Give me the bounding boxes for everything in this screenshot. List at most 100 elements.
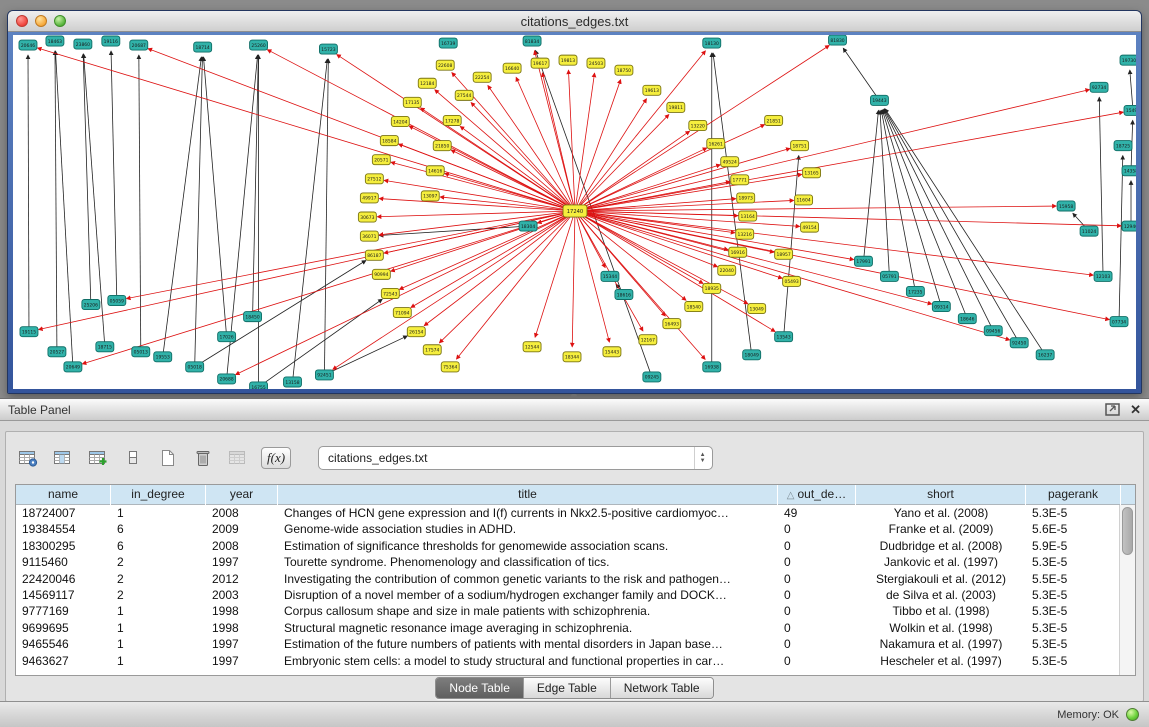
network-node[interactable]: 17574 (423, 345, 441, 355)
network-edge[interactable] (884, 109, 1019, 343)
network-node[interactable]: 13216 (736, 229, 754, 239)
network-node[interactable]: 19115 (20, 327, 38, 337)
network-node[interactable]: 13543 (775, 332, 793, 342)
network-edge[interactable] (55, 51, 57, 352)
network-node[interactable]: 21850 (433, 141, 451, 151)
network-edge[interactable] (572, 211, 575, 347)
vertical-scrollbar[interactable] (1119, 505, 1135, 675)
network-node[interactable]: 13220 (689, 120, 707, 130)
network-edge[interactable] (883, 110, 967, 319)
show-columns-icon[interactable] (51, 447, 75, 469)
network-edge[interactable] (163, 57, 202, 357)
column-header-short[interactable]: short (856, 485, 1026, 505)
network-node[interactable]: 09456 (984, 326, 1002, 336)
network-node[interactable]: 17240 (563, 205, 587, 217)
network-node[interactable]: 18463 (46, 36, 64, 46)
network-edge[interactable] (324, 59, 328, 375)
network-node[interactable]: 18049 (743, 350, 761, 360)
network-node[interactable]: 18616 (615, 289, 633, 299)
scrollbar-thumb[interactable] (1122, 507, 1133, 555)
network-node[interactable]: 18646 (958, 314, 976, 324)
network-window-titlebar[interactable]: citations_edges.txt (8, 11, 1141, 32)
table-row[interactable]: 1830029562008Estimation of significance … (16, 538, 1119, 554)
network-node[interactable]: 13158 (284, 377, 302, 387)
column-header-name[interactable]: name (16, 485, 111, 505)
network-edge[interactable] (575, 148, 790, 211)
network-node[interactable]: 19553 (154, 352, 172, 362)
network-node[interactable]: 16755 (250, 382, 268, 389)
network-edge[interactable] (324, 336, 407, 375)
network-edge[interactable] (82, 211, 575, 364)
network-node[interactable]: 18715 (96, 342, 114, 352)
network-node[interactable]: 14204 (391, 116, 409, 126)
network-node[interactable]: 19116 (102, 36, 120, 46)
import-table-icon[interactable] (226, 447, 250, 469)
function-builder-button[interactable]: f(x) (261, 447, 291, 469)
network-node[interactable]: 11024 (1080, 226, 1098, 236)
network-node[interactable]: 92451 (315, 370, 333, 380)
network-node[interactable]: 20649 (64, 362, 82, 372)
network-edge[interactable] (28, 55, 29, 332)
network-node[interactable]: 16261 (707, 139, 725, 149)
table-row[interactable]: 1872400712008Changes of HCN gene express… (16, 505, 1119, 521)
network-edge[interactable] (575, 211, 1121, 226)
tab-node-table[interactable]: Node Table (436, 678, 524, 698)
network-node[interactable]: 18751 (791, 141, 809, 151)
network-node[interactable]: 72543 (381, 288, 399, 298)
network-node[interactable]: 90994 (372, 269, 390, 279)
network-node[interactable]: 17026 (218, 332, 236, 342)
network-node[interactable]: 25260 (250, 40, 268, 50)
float-panel-icon[interactable] (1105, 403, 1120, 416)
network-node[interactable]: 18344 (563, 352, 581, 362)
table-row[interactable]: 977716911998Corpus callosum shape and si… (16, 603, 1119, 619)
network-edge[interactable] (83, 54, 91, 304)
network-node[interactable]: 17235 (906, 286, 924, 296)
new-table-icon[interactable] (156, 447, 180, 469)
network-edge[interactable] (575, 131, 690, 211)
network-node[interactable]: 20688 (218, 374, 236, 384)
network-node[interactable]: 22254 (473, 72, 491, 82)
column-header-year[interactable]: year (206, 485, 278, 505)
network-node[interactable]: 27544 (455, 90, 473, 100)
network-edge[interactable] (575, 80, 621, 211)
network-node[interactable]: 11604 (795, 195, 813, 205)
table-row[interactable]: 969969511998Structural magnetic resonanc… (16, 620, 1119, 636)
network-node[interactable]: 17991 (855, 256, 873, 266)
network-node[interactable]: 27512 (365, 174, 383, 184)
network-node[interactable]: 13164 (739, 211, 757, 221)
column-header-out_de[interactable]: △out_de… (778, 485, 856, 505)
network-node[interactable]: 05493 (783, 276, 801, 286)
network-node[interactable]: 17771 (731, 175, 749, 185)
tab-edge-table[interactable]: Edge Table (524, 678, 611, 698)
network-node[interactable]: 13097 (421, 191, 439, 201)
tab-network-table[interactable]: Network Table (611, 678, 713, 698)
network-node[interactable]: 49154 (801, 222, 819, 232)
network-node[interactable]: 16938 (703, 362, 721, 372)
table-row[interactable]: 911546021997Tourette syndrome. Phenomeno… (16, 554, 1119, 570)
network-node[interactable]: 05059 (108, 295, 126, 305)
table-row[interactable]: 1456911722003Disruption of a novel membe… (16, 587, 1119, 603)
network-node[interactable]: 14616 (426, 166, 444, 176)
network-node[interactable]: 17135 (403, 97, 421, 107)
network-node[interactable]: 81830 (829, 35, 847, 45)
network-edge[interactable] (55, 51, 72, 367)
network-node[interactable]: 13165 (803, 168, 821, 178)
zoom-window-button[interactable] (54, 15, 66, 27)
table-row[interactable]: 1938455462009Genome-wide association stu… (16, 521, 1119, 537)
network-node[interactable]: 15498 (1124, 105, 1136, 115)
network-edge[interactable] (379, 226, 528, 235)
network-node[interactable]: 20571 (372, 155, 390, 165)
network-node[interactable]: 18130 (703, 38, 721, 48)
network-node[interactable]: 12167 (639, 335, 657, 345)
network-node[interactable]: 49917 (360, 193, 378, 203)
network-edge[interactable] (377, 211, 575, 217)
network-edge[interactable] (411, 211, 575, 308)
network-node[interactable]: 16916 (729, 247, 747, 257)
network-node[interactable]: 12103 (1094, 271, 1112, 281)
network-edge[interactable] (1130, 70, 1133, 110)
network-edge[interactable] (1099, 97, 1103, 276)
network-node[interactable]: 19813 (559, 55, 577, 65)
network-edge[interactable] (575, 125, 765, 211)
network-node[interactable]: 71094 (393, 308, 411, 318)
new-column-icon[interactable] (86, 447, 110, 469)
